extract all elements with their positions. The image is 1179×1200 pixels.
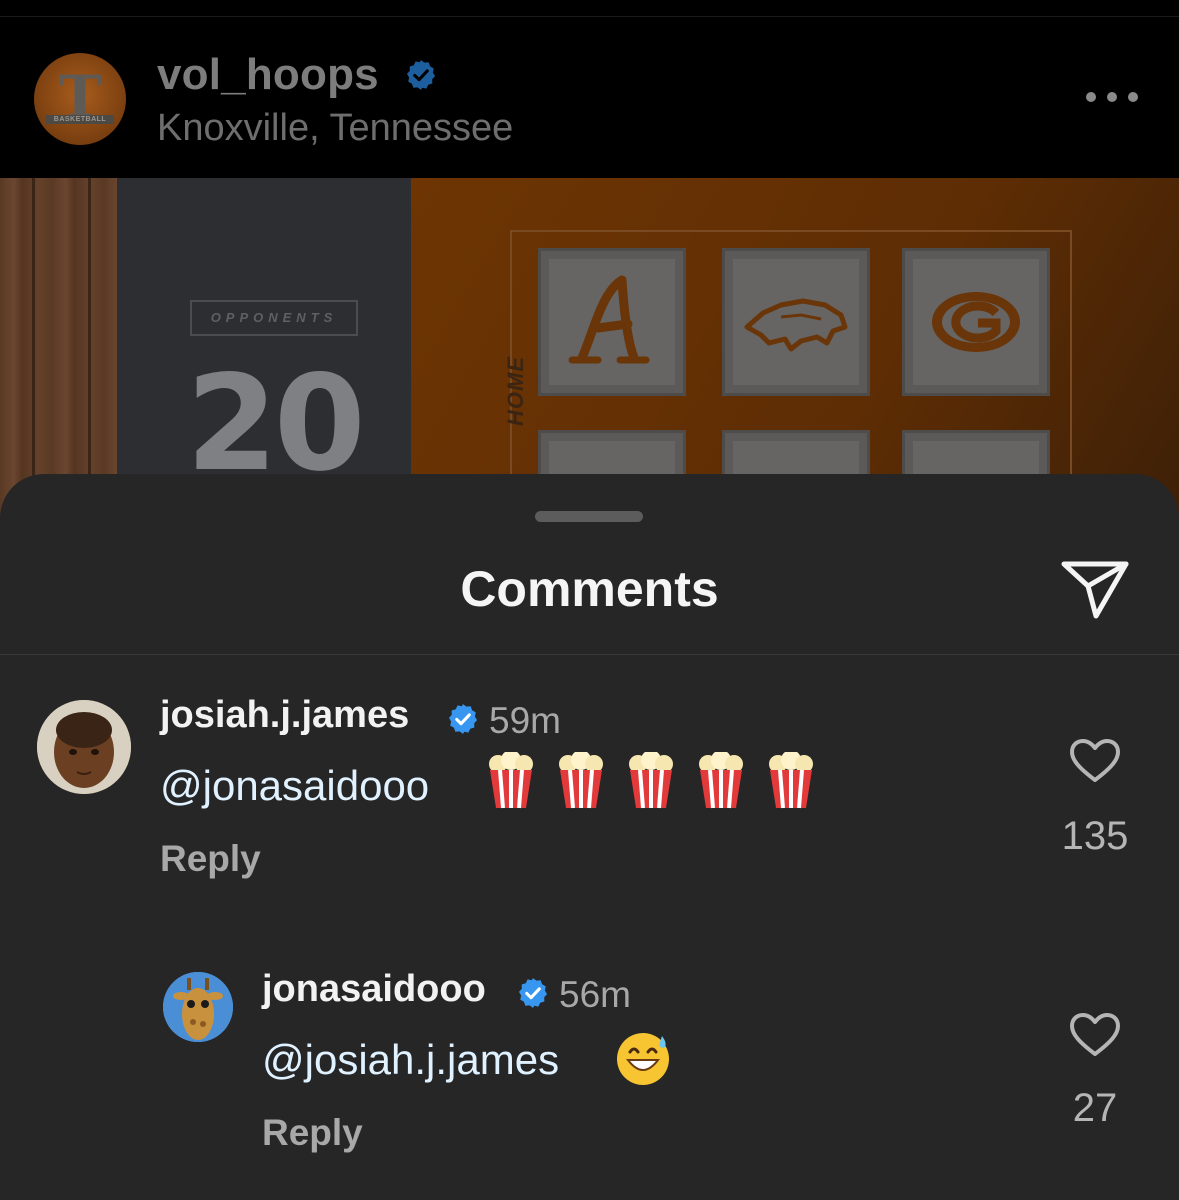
child-portrait-icon [37, 700, 131, 794]
comment-username[interactable]: jonasaidooo [262, 968, 486, 1011]
like-count: 27 [1072, 1086, 1118, 1130]
arkansas-razorback-logo [744, 298, 848, 352]
commenter-avatar[interactable] [37, 700, 131, 794]
post-header: T BASKETBALL vol_hoops Knoxville, Tennes… [0, 0, 1179, 178]
alabama-tile [538, 248, 686, 396]
comment-text: @jonasaidooo [160, 762, 429, 810]
post-image[interactable]: OPPONENTS 20 HOME [0, 178, 1179, 518]
opponents-label: OPPONENTS [190, 300, 358, 336]
wood-seam [32, 178, 35, 518]
comments-sheet: Comments josiah.j.james 59m @jonasaidooo [0, 474, 1179, 1200]
mention-link[interactable]: @jonasaidooo [160, 762, 429, 809]
more-dot [1107, 92, 1117, 102]
post-author-avatar[interactable]: T BASKETBALL [34, 53, 126, 145]
more-options-icon[interactable] [1086, 86, 1138, 108]
sheet-drag-handle[interactable] [535, 511, 643, 522]
reply-button[interactable]: Reply [160, 838, 261, 880]
popcorn-emoji-icon [769, 752, 813, 809]
arkansas-tile [722, 248, 870, 396]
reply-button[interactable]: Reply [262, 1112, 363, 1154]
sheet-divider [0, 654, 1179, 655]
top-divider [0, 16, 1179, 17]
heart-icon[interactable] [1069, 738, 1121, 784]
verified-badge-icon [448, 704, 478, 734]
wood-background [0, 178, 117, 518]
popcorn-emoji-icon [629, 752, 673, 809]
popcorn-emoji-icon [559, 752, 603, 809]
commenter-avatar[interactable] [163, 972, 233, 1042]
opponents-count: 20 [186, 347, 366, 501]
alabama-logo [568, 275, 650, 364]
wood-seam [88, 178, 91, 518]
post-username[interactable]: vol_hoops [157, 50, 379, 100]
send-icon[interactable] [1058, 556, 1132, 622]
mention-link[interactable]: @josiah.j.james [262, 1036, 559, 1083]
verified-badge-icon [406, 60, 436, 90]
post-location[interactable]: Knoxville, Tennessee [157, 107, 513, 150]
giraffe-portrait-icon [163, 972, 233, 1042]
more-dot [1128, 92, 1138, 102]
home-label: HOME [503, 356, 528, 426]
comment-timestamp: 56m [559, 974, 631, 1015]
more-dot [1086, 92, 1096, 102]
avatar-logo-banner: BASKETBALL [46, 115, 114, 124]
verified-badge-icon [518, 978, 548, 1008]
comment-username[interactable]: josiah.j.james [160, 694, 409, 737]
georgia-tile [902, 248, 1050, 396]
heart-icon[interactable] [1069, 1012, 1121, 1058]
comments-title: Comments [460, 561, 719, 617]
comment-emoji: 😅 [614, 1030, 672, 1088]
popcorn-emoji-icon [699, 752, 743, 809]
georgia-logo [932, 292, 1020, 352]
popcorn-emoji-icon [489, 752, 533, 809]
comment-emoji: 🍿🍿🍿🍿🍿 [486, 752, 816, 810]
like-count: 135 [1061, 814, 1129, 858]
comment-text: @josiah.j.james [262, 1036, 559, 1084]
comment-timestamp: 59m [489, 700, 561, 741]
grinning-sweat-emoji-icon [617, 1033, 669, 1085]
